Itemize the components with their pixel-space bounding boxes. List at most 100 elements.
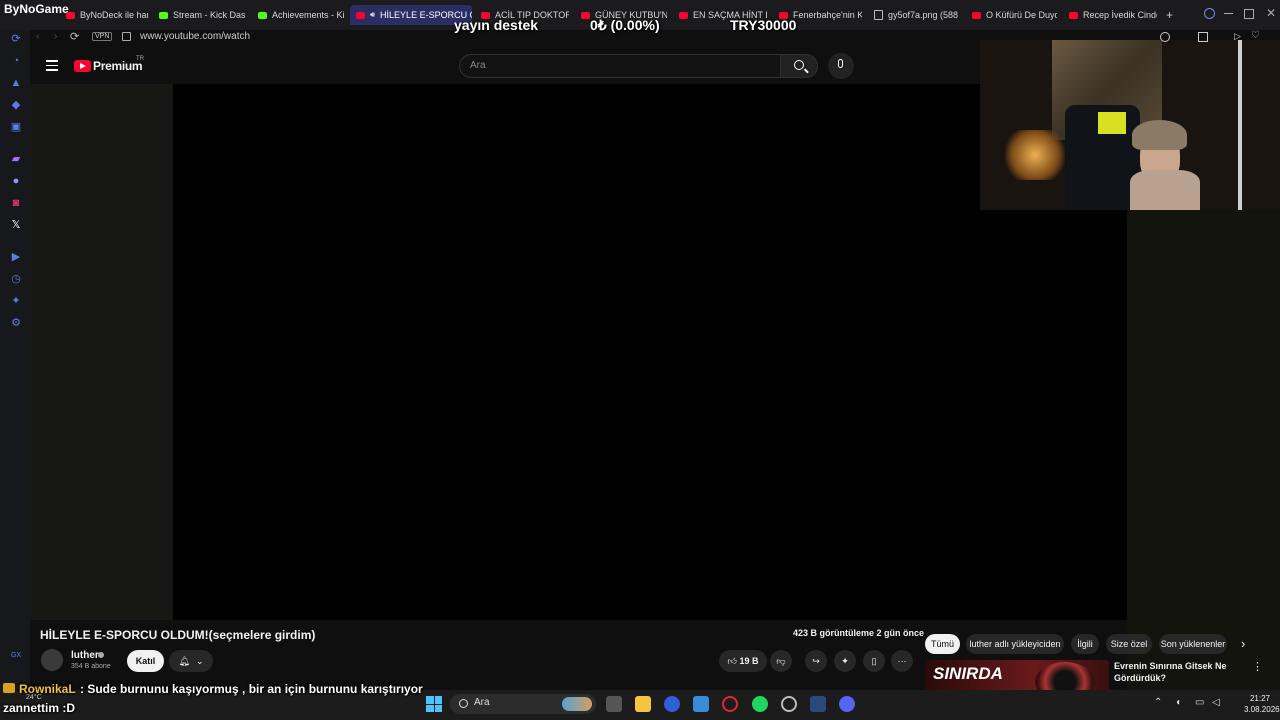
menu-icon[interactable] <box>46 60 58 71</box>
task-view-icon[interactable] <box>606 696 622 712</box>
spotify-icon[interactable] <box>752 696 768 712</box>
search-input[interactable]: Ara <box>459 54 781 78</box>
instagram-icon[interactable]: ◙ <box>10 197 22 209</box>
channel-name[interactable]: luther <box>71 650 99 661</box>
volume-icon[interactable]: ◁ <box>1212 697 1220 708</box>
tab-2[interactable]: Achievements - Ki <box>252 5 344 25</box>
tab-0[interactable]: ByNoDeck ile harika <box>60 5 148 25</box>
like-button[interactable]: 👍︎ 19 B <box>719 650 767 672</box>
youtube-favicon-icon <box>581 11 590 19</box>
forward-icon[interactable]: › <box>54 31 57 42</box>
opera-icon[interactable] <box>722 696 738 712</box>
tab-label: O Küfürü De Duydu <box>986 10 1057 20</box>
tab-9[interactable]: O Küfürü De Duydu <box>966 5 1057 25</box>
minimize-icon[interactable] <box>1224 13 1233 14</box>
ea-app-icon[interactable] <box>664 696 680 712</box>
steam-icon[interactable] <box>810 696 826 712</box>
snapshot-icon[interactable] <box>1198 32 1208 42</box>
taskbar-search-label: Ara <box>474 697 490 708</box>
recommendation-thumbnail[interactable]: SINIRDA <box>925 660 1109 690</box>
subscribe-bell-button[interactable]: 🔔︎ ⌄ <box>169 650 213 672</box>
kick-favicon-icon <box>258 11 267 19</box>
chat-message-continued: zannettim :D <box>3 701 75 715</box>
gx-icon[interactable]: GX <box>10 650 22 662</box>
opera-gx-icon[interactable] <box>781 696 797 712</box>
tab-label: Fenerbahçe'nin Ka <box>793 10 862 20</box>
tab-8[interactable]: gy5of7a.png (588 <box>868 5 960 25</box>
tab-10[interactable]: Recep İvedik Cinde <box>1063 5 1157 25</box>
streamer-hair <box>1132 120 1187 150</box>
share-button[interactable]: ↪ <box>805 650 827 672</box>
recommendation-menu-icon[interactable]: ⋮ <box>1252 660 1263 673</box>
tab-1[interactable]: Stream - Kick Dash <box>153 5 245 25</box>
thumbnail-eye <box>1035 662 1095 690</box>
gaming-icon[interactable]: ▲ <box>10 77 22 89</box>
chip-for-you[interactable]: Size özel <box>1106 634 1152 654</box>
reload-sidebar-icon[interactable]: ⟳ <box>10 33 22 45</box>
chip-all[interactable]: Tümü <box>925 634 960 654</box>
ask-ai-button[interactable]: ✦ <box>834 650 856 672</box>
audio-playing-icon[interactable]: 🔊︎ <box>370 10 375 20</box>
bookmark-icon: ▯ <box>871 655 877 666</box>
x-icon[interactable]: 𝕏 <box>10 219 22 231</box>
lock-icon <box>122 32 131 41</box>
zoom-icon[interactable] <box>1160 32 1170 42</box>
tray-overflow-icon[interactable]: ⌃ <box>1154 697 1162 708</box>
heart-icon[interactable]: ♡ <box>1251 30 1260 41</box>
chevron-right-icon[interactable]: › <box>1241 636 1245 651</box>
url-field[interactable]: www.youtube.com/watch <box>140 31 250 42</box>
history-icon[interactable]: ◔ <box>10 55 22 67</box>
chip-related[interactable]: İlgili <box>1071 634 1099 654</box>
save-button[interactable]: ▯ <box>863 650 885 672</box>
close-window-icon[interactable]: ✕ <box>1266 6 1276 20</box>
search-button[interactable] <box>780 54 818 78</box>
extensions-icon[interactable]: ✦ <box>10 295 22 307</box>
recommendation-title[interactable]: Evrenin Sınırına Gitsek Ne Gördürdük? <box>1114 660 1234 684</box>
channel-avatar[interactable] <box>41 649 63 671</box>
more-actions-button[interactable]: ··· <box>891 650 913 672</box>
chat-username: RownikaL <box>19 682 76 696</box>
twitch-icon[interactable]: ▰ <box>10 153 22 165</box>
youtube-logo-text[interactable]: Premium <box>93 59 143 73</box>
video-player[interactable] <box>173 84 980 620</box>
more-icon: ··· <box>897 656 907 666</box>
search-tabs-icon[interactable] <box>1204 8 1215 19</box>
reload-icon[interactable]: ⟳ <box>70 30 79 43</box>
games-icon[interactable]: ◆ <box>10 99 22 111</box>
voice-search-button[interactable] <box>828 53 854 79</box>
chip-recent[interactable]: Son yüklenenler <box>1159 634 1227 654</box>
youtube-favicon-icon <box>1069 11 1078 19</box>
back-icon[interactable]: ‹ <box>36 31 39 42</box>
dislike-button[interactable]: 👎︎ <box>770 650 792 672</box>
discord-icon[interactable]: ● <box>10 175 22 187</box>
taskbar-search[interactable]: Ara <box>450 694 596 714</box>
join-button[interactable]: Katıl <box>127 650 164 672</box>
clock[interactable]: 21:27 3.08.2026 <box>1244 693 1280 715</box>
file-explorer-icon[interactable] <box>635 696 651 712</box>
epic-icon[interactable] <box>693 696 709 712</box>
video-player-edge <box>980 210 1127 620</box>
sparkle-icon: ✦ <box>841 655 849 666</box>
thumbs-down-icon: 👎︎ <box>776 655 786 666</box>
youtube-favicon-icon <box>679 11 688 19</box>
new-tab-icon[interactable]: + <box>1166 8 1173 22</box>
tab-label: gy5of7a.png (588 <box>888 10 959 20</box>
messenger-icon[interactable]: ▣ <box>10 121 22 133</box>
network-icon[interactable]: ▭ <box>1195 697 1204 708</box>
settings-icon[interactable]: ⚙ <box>10 317 22 329</box>
kick-favicon-icon <box>159 11 168 19</box>
mic-icon <box>838 59 843 68</box>
start-icon[interactable] <box>426 696 442 712</box>
chair-accent <box>1098 112 1126 134</box>
youtube-logo-icon[interactable] <box>74 60 91 72</box>
clock-icon[interactable]: ◷ <box>10 273 22 285</box>
chip-from-uploader[interactable]: luther adlı yükleyiciden <box>966 634 1064 654</box>
play-icon[interactable]: ▷ <box>1234 31 1241 42</box>
thumbnail-text: SINIRDA <box>933 664 1003 683</box>
microphone-tray-icon[interactable]: ◖ <box>1175 697 1181 708</box>
player-icon[interactable]: ▶ <box>10 251 22 263</box>
maximize-icon[interactable] <box>1244 9 1254 19</box>
discord-taskbar-icon[interactable] <box>839 696 855 712</box>
search-icon <box>794 60 804 70</box>
vpn-badge[interactable]: VPN <box>92 32 113 41</box>
